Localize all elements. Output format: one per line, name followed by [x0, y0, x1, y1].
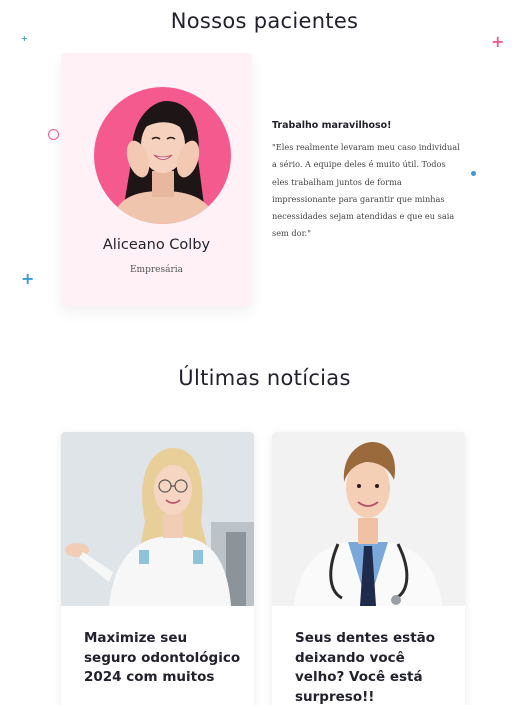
testimonial-quote-text: "Eles realmente levaram meu caso individ…: [272, 142, 460, 239]
patient-role: Empresária: [129, 265, 184, 275]
news-card[interactable]: Seus dentes estão deixando você velho? V…: [272, 432, 465, 705]
testimonial-card: Aliceano Colby Empresária: [61, 53, 252, 306]
patient-avatar: [94, 87, 231, 224]
news-title[interactable]: Seus dentes estão deixando você velho? V…: [295, 629, 455, 705]
dentist-woman-illustration: [61, 432, 254, 606]
plus-decoration-icon: +: [491, 32, 505, 51]
news-card[interactable]: Maximize seu seguro odontológico 2024 co…: [61, 432, 254, 705]
patient-name: Aliceano Colby: [102, 237, 211, 253]
news-image[interactable]: [272, 432, 465, 606]
plus-decoration-icon: +: [21, 269, 35, 288]
testimonials-heading: Nossos pacientes: [170, 9, 359, 33]
plus-decoration-icon: +: [21, 34, 28, 43]
patient-photo-illustration: [112, 101, 216, 224]
news-image[interactable]: [61, 432, 254, 606]
testimonial-quote-title: Trabalho maravilhoso!: [272, 120, 392, 131]
news-heading: Últimas notícias: [178, 366, 351, 390]
news-title[interactable]: Maximize seu seguro odontológico 2024 co…: [84, 629, 244, 688]
doctor-man-illustration: [272, 432, 465, 606]
dot-decoration-icon: [471, 171, 476, 176]
circle-decoration-icon: [48, 129, 59, 140]
